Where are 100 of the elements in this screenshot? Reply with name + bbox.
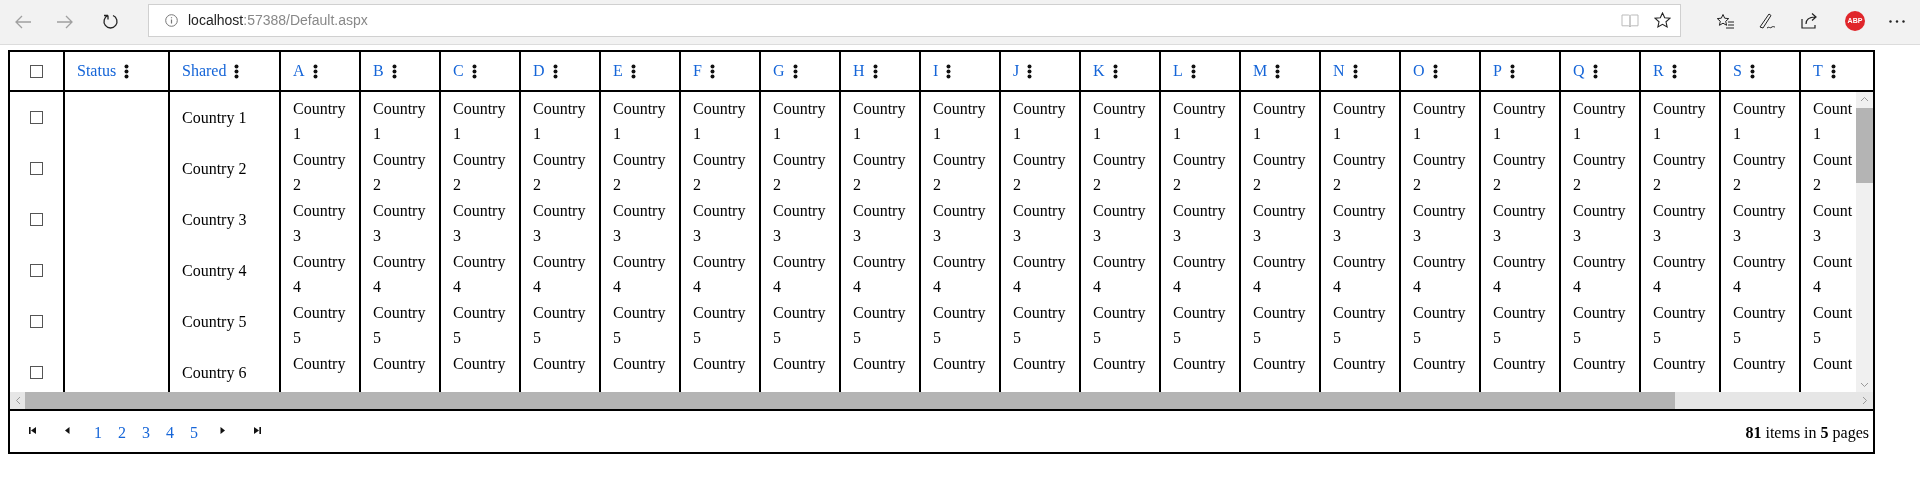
table-cell-text: Country: [293, 354, 346, 375]
row-checkbox[interactable]: [30, 315, 43, 328]
column-menu-icon[interactable]: [1432, 63, 1438, 79]
more-icon[interactable]: [1889, 20, 1905, 23]
table-cell-text: Country 4: [293, 252, 346, 297]
column-header-link[interactable]: C: [453, 59, 464, 83]
table-cell-text: Country 5: [1653, 303, 1706, 348]
column-header-link[interactable]: Shared: [182, 59, 227, 83]
table-cell-text: Country 3: [1573, 201, 1626, 246]
table-cell-text: Country 1: [1253, 99, 1306, 144]
page-link[interactable]: 2: [118, 421, 126, 445]
column-menu-icon[interactable]: [1671, 63, 1677, 79]
column-header-link[interactable]: P: [1493, 59, 1502, 83]
table-cell-text: Count 3: [1813, 201, 1853, 246]
column-menu-icon[interactable]: [872, 63, 878, 79]
page-link[interactable]: 1: [94, 421, 102, 445]
column-header-link[interactable]: L: [1173, 59, 1183, 83]
column-header-link[interactable]: G: [773, 59, 785, 83]
table-cell-text: Country: [1253, 354, 1306, 375]
table-cell-text: Count 4: [1813, 252, 1853, 297]
table-cell-text: Country 1: [1013, 99, 1066, 144]
table-cell-text: Country 4: [1253, 252, 1306, 297]
column-menu-icon[interactable]: [1509, 63, 1515, 79]
row-checkbox[interactable]: [30, 213, 43, 226]
row-checkbox[interactable]: [30, 111, 43, 124]
column-header-link[interactable]: M: [1253, 59, 1268, 83]
column-header-link[interactable]: J: [1013, 59, 1020, 83]
column-header-link[interactable]: N: [1333, 59, 1345, 83]
share-icon[interactable]: [1801, 12, 1819, 29]
pen-icon[interactable]: [1758, 12, 1776, 30]
table-cell-text: Count: [1813, 354, 1853, 374]
column-menu-icon[interactable]: [1592, 63, 1598, 79]
page-link[interactable]: 5: [190, 421, 198, 445]
table-cell-text: Country: [1493, 354, 1546, 375]
column-menu-icon[interactable]: [1352, 63, 1358, 79]
column-menu-icon[interactable]: [312, 63, 318, 79]
table-cell-text: Count 1: [1813, 99, 1853, 144]
url-text: localhost:57388/Default.aspx: [188, 11, 368, 30]
column-header-link[interactable]: I: [933, 59, 939, 83]
column-menu-icon[interactable]: [792, 63, 798, 79]
table-cell-text: Country 1: [933, 99, 986, 144]
column-header-link[interactable]: B: [373, 59, 384, 83]
column-header-link[interactable]: D: [533, 59, 545, 83]
column-header-link[interactable]: O: [1413, 59, 1425, 83]
page-link[interactable]: 4: [166, 421, 174, 445]
column-header-link[interactable]: Status: [77, 59, 117, 83]
row-checkbox[interactable]: [30, 162, 43, 175]
next-page-icon[interactable]: [218, 426, 227, 435]
column-menu-icon[interactable]: [630, 63, 636, 79]
column-header-link[interactable]: A: [293, 59, 305, 83]
table-cell-text: Country 5: [1333, 303, 1386, 348]
table-cell-text: Country 5: [1573, 303, 1626, 348]
table-cell-text: Country 4: [933, 252, 986, 297]
refresh-icon[interactable]: [102, 13, 119, 30]
column-menu-icon[interactable]: [234, 63, 240, 79]
table-cell-text: Country 1: [1493, 99, 1546, 144]
vertical-scrollbar[interactable]: [1856, 92, 1873, 392]
table-cell-text: Country 5: [693, 303, 746, 348]
row-checkbox[interactable]: [30, 366, 43, 379]
table-cell-text: Country 5: [1493, 303, 1546, 348]
row-checkbox[interactable]: [30, 264, 43, 277]
table-cell-text: Country 2: [933, 150, 986, 195]
star-icon[interactable]: [1654, 12, 1671, 29]
column-header-link[interactable]: T: [1813, 59, 1823, 83]
table-cell-text: Country 2: [1253, 150, 1306, 195]
page-link[interactable]: 3: [142, 421, 150, 445]
column-menu-icon[interactable]: [1749, 63, 1755, 79]
column-menu-icon[interactable]: [1190, 63, 1196, 79]
column-header-link[interactable]: K: [1093, 59, 1105, 83]
column-menu-icon[interactable]: [709, 63, 715, 79]
select-all-checkbox[interactable]: [30, 64, 43, 78]
table-cell-text: Country 1: [453, 99, 506, 144]
table-cell-text: Country 5: [1173, 303, 1226, 348]
table-cell-text: Country 5: [182, 311, 247, 333]
column-menu-icon[interactable]: [946, 63, 952, 79]
column-menu-icon[interactable]: [471, 63, 477, 79]
table-cell-text: Country 2: [1653, 150, 1706, 195]
table-cell-text: Country 4: [1093, 252, 1146, 297]
column-header-link[interactable]: H: [853, 59, 865, 83]
column-menu-icon[interactable]: [1112, 63, 1118, 79]
table-cell-text: Country: [453, 354, 506, 375]
column-menu-icon[interactable]: [124, 63, 130, 79]
column-menu-icon[interactable]: [552, 63, 558, 79]
column-header-link[interactable]: R: [1653, 59, 1664, 83]
column-menu-icon[interactable]: [391, 63, 397, 79]
favorites-icon[interactable]: [1716, 13, 1735, 30]
table-cell-text: Country: [1333, 354, 1386, 375]
column-menu-icon[interactable]: [1830, 63, 1836, 79]
address-bar[interactable]: localhost:57388/Default.aspx: [148, 4, 1681, 37]
column-header-link[interactable]: E: [613, 59, 623, 83]
column-menu-icon[interactable]: [1275, 63, 1281, 79]
column-menu-icon[interactable]: [1027, 63, 1033, 79]
last-page-icon[interactable]: [253, 426, 262, 435]
column-header-link[interactable]: S: [1733, 59, 1742, 83]
previous-page-icon[interactable]: [63, 426, 72, 435]
first-page-icon[interactable]: [28, 426, 37, 435]
column-header-link[interactable]: F: [693, 59, 702, 83]
table-cell-text: Country 5: [933, 303, 986, 348]
column-header-link[interactable]: Q: [1573, 59, 1585, 83]
scrollbar-thumb[interactable]: [1856, 108, 1873, 183]
